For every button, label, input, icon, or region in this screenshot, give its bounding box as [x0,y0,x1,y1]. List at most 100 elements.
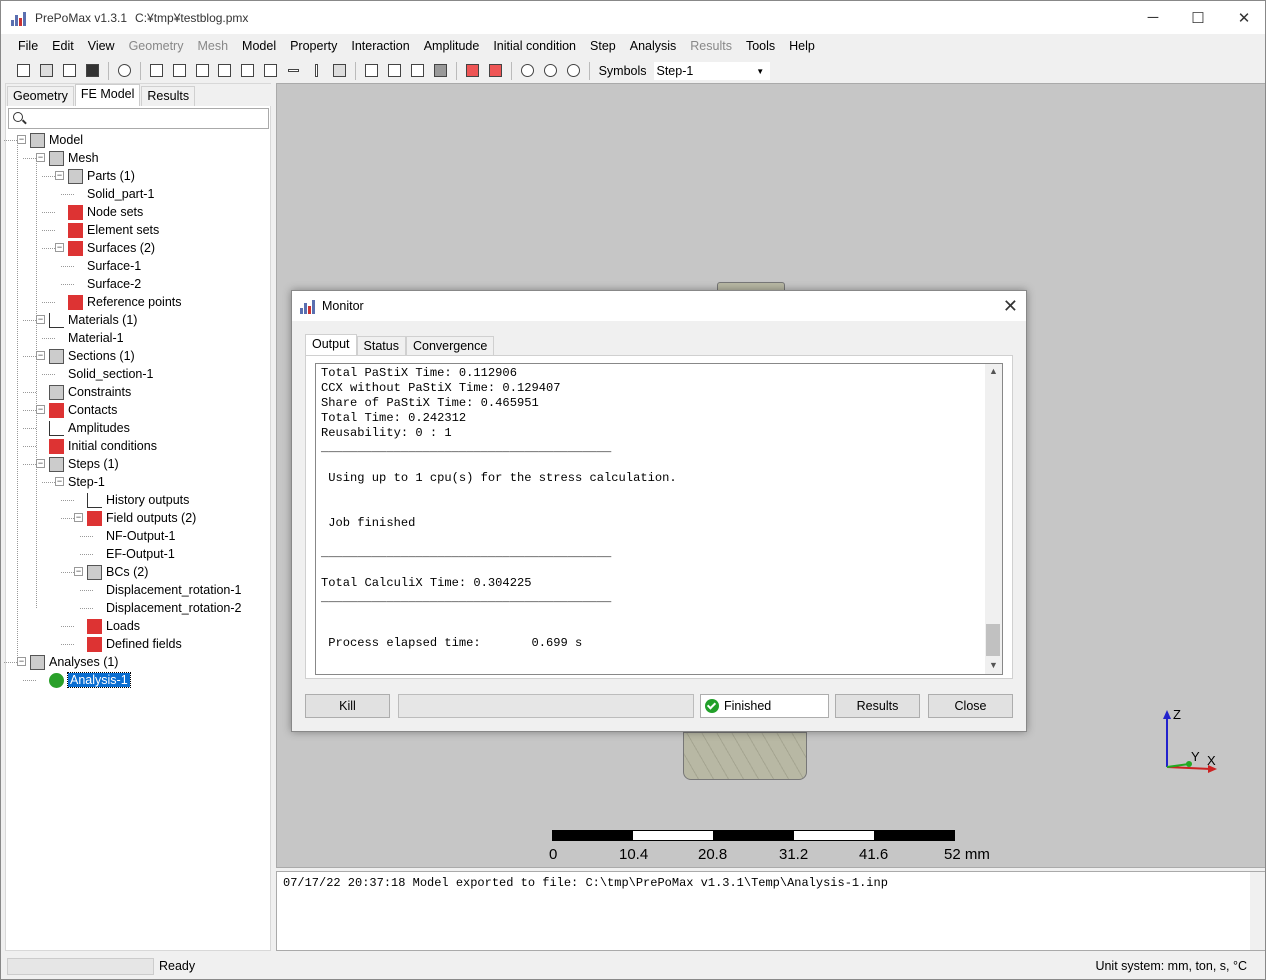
tree-node-steps-1[interactable]: Steps (1) [49,455,119,473]
results-button[interactable]: Results [835,694,920,718]
menu-view[interactable]: View [81,35,122,57]
menu-geometry[interactable]: Geometry [122,35,191,57]
tree-node-bcs-2[interactable]: BCs (2) [87,563,148,581]
tree-node-surface-2[interactable]: Surface-2 [87,275,141,293]
menu-mesh[interactable]: Mesh [190,35,235,57]
menu-file[interactable]: File [11,35,45,57]
top-view-icon[interactable] [192,60,213,81]
kill-button[interactable]: Kill [305,694,390,718]
maximize-button[interactable]: ☐ [1175,1,1221,34]
show-all-icon[interactable] [517,60,538,81]
hide-icon[interactable] [540,60,561,81]
step-select[interactable]: Step-1 ▼ [652,60,772,81]
tree-node-nf-output-1[interactable]: NF-Output-1 [106,527,175,545]
tree-node-defined-fields[interactable]: Defined fields [87,635,182,653]
close-icon[interactable]: ✕ [1003,296,1018,317]
collapse-toggle[interactable]: − [17,657,26,666]
back-view-icon[interactable] [169,60,190,81]
menu-property[interactable]: Property [283,35,344,57]
section-cut-icon[interactable] [462,60,483,81]
tree-node-solid-part-1[interactable]: Solid_part-1 [87,185,154,203]
tab-fe-model[interactable]: FE Model [74,84,141,106]
tree-node-element-sets[interactable]: Element sets [68,221,159,239]
invert-visibility-icon[interactable] [563,60,584,81]
wireframe-icon[interactable] [407,60,428,81]
collapse-toggle[interactable]: − [55,477,64,486]
collapse-toggle[interactable]: − [17,135,26,144]
left-view-icon[interactable] [237,60,258,81]
tree-node-constraints[interactable]: Constraints [49,383,131,401]
tree-node-surfaces-2[interactable]: Surfaces (2) [68,239,155,257]
collapse-toggle[interactable]: − [74,513,83,522]
collapse-toggle[interactable]: − [55,171,64,180]
tree-node-solid-section-1[interactable]: Solid_section-1 [68,365,153,383]
tree-node-sections-1[interactable]: Sections (1) [49,347,135,365]
bottom-view-icon[interactable] [215,60,236,81]
menu-analysis[interactable]: Analysis [623,35,684,57]
isometric-view-icon[interactable] [329,60,350,81]
shaded-edges-icon[interactable] [361,60,382,81]
tree-node-materials-1[interactable]: Materials (1) [49,311,137,329]
tab-results[interactable]: Results [141,86,196,106]
tree-node-initial-conditions[interactable]: Initial conditions [49,437,157,455]
tree-node-mesh[interactable]: Mesh [49,149,99,167]
collapse-toggle[interactable]: − [55,243,64,252]
collapse-toggle[interactable]: − [74,567,83,576]
tree-node-amplitudes[interactable]: Amplitudes [49,419,130,437]
menu-results[interactable]: Results [683,35,739,57]
output-scrollbar[interactable]: ▲ ▼ [985,364,1002,674]
right-view-icon[interactable] [260,60,281,81]
tree-node-step-1[interactable]: Step-1 [68,473,105,491]
output-console[interactable]: 07/17/22 20:37:18 Model exported to file… [276,871,1265,951]
tab-geometry[interactable]: Geometry [7,86,74,106]
menu-step[interactable]: Step [583,35,623,57]
shaded-icon[interactable] [384,60,405,81]
tree-node-displacement-rotation-1[interactable]: Displacement_rotation-1 [106,581,242,599]
collapse-toggle[interactable]: − [36,459,45,468]
tree-node-displacement-rotation-2[interactable]: Displacement_rotation-2 [106,599,242,617]
tree-node-reference-points[interactable]: Reference points [68,293,182,311]
console-scrollbar[interactable] [1250,872,1265,950]
menu-edit[interactable]: Edit [45,35,81,57]
tree-node-field-outputs-2[interactable]: Field outputs (2) [87,509,196,527]
tree-node-contacts[interactable]: Contacts [49,401,117,419]
tree-node-surface-1[interactable]: Surface-1 [87,257,141,275]
collapse-toggle[interactable]: − [36,315,45,324]
section-view-icon[interactable] [430,60,451,81]
explode-icon[interactable] [485,60,506,81]
menu-interaction[interactable]: Interaction [344,35,416,57]
tree-search-input[interactable] [8,108,269,129]
tab-status[interactable]: Status [356,336,406,356]
tree-node-loads[interactable]: Loads [87,617,140,635]
tree-node-parts-1[interactable]: Parts (1) [68,167,135,185]
scroll-thumb[interactable] [986,624,1000,656]
open-file-icon[interactable] [36,60,57,81]
scroll-up-icon[interactable]: ▲ [989,366,998,376]
tree-node-ef-output-1[interactable]: EF-Output-1 [106,545,175,563]
tree-node-history-outputs[interactable]: History outputs [87,491,189,509]
zoom-to-fit-icon[interactable] [114,60,135,81]
normal-view-icon[interactable] [283,60,304,81]
front-view-icon[interactable] [146,60,167,81]
vertical-view-icon[interactable] [306,60,327,81]
menu-tools[interactable]: Tools [739,35,782,57]
scroll-down-icon[interactable]: ▼ [989,660,998,670]
tab-output[interactable]: Output [305,334,357,356]
menu-model[interactable]: Model [235,35,283,57]
minimize-button[interactable]: ─ [1130,1,1176,34]
collapse-toggle[interactable]: − [36,153,45,162]
collapse-toggle[interactable]: − [36,351,45,360]
output-textbox[interactable]: Total PaStiX Time: 0.112906 CCX without … [315,363,1003,675]
tab-convergence[interactable]: Convergence [405,336,495,356]
tree-node-analyses-1[interactable]: Analyses (1) [30,653,118,671]
menu-initial-condition[interactable]: Initial condition [486,35,583,57]
collapse-toggle[interactable]: − [36,405,45,414]
close-window-button[interactable]: ✕ [1221,1,1265,34]
tree-node-material-1[interactable]: Material-1 [68,329,124,347]
close-button[interactable]: Close [928,694,1013,718]
menu-help[interactable]: Help [782,35,822,57]
tree-node-model[interactable]: Model [30,131,83,149]
tree-node-node-sets[interactable]: Node sets [68,203,143,221]
new-file-icon[interactable] [13,60,34,81]
menu-amplitude[interactable]: Amplitude [417,35,487,57]
